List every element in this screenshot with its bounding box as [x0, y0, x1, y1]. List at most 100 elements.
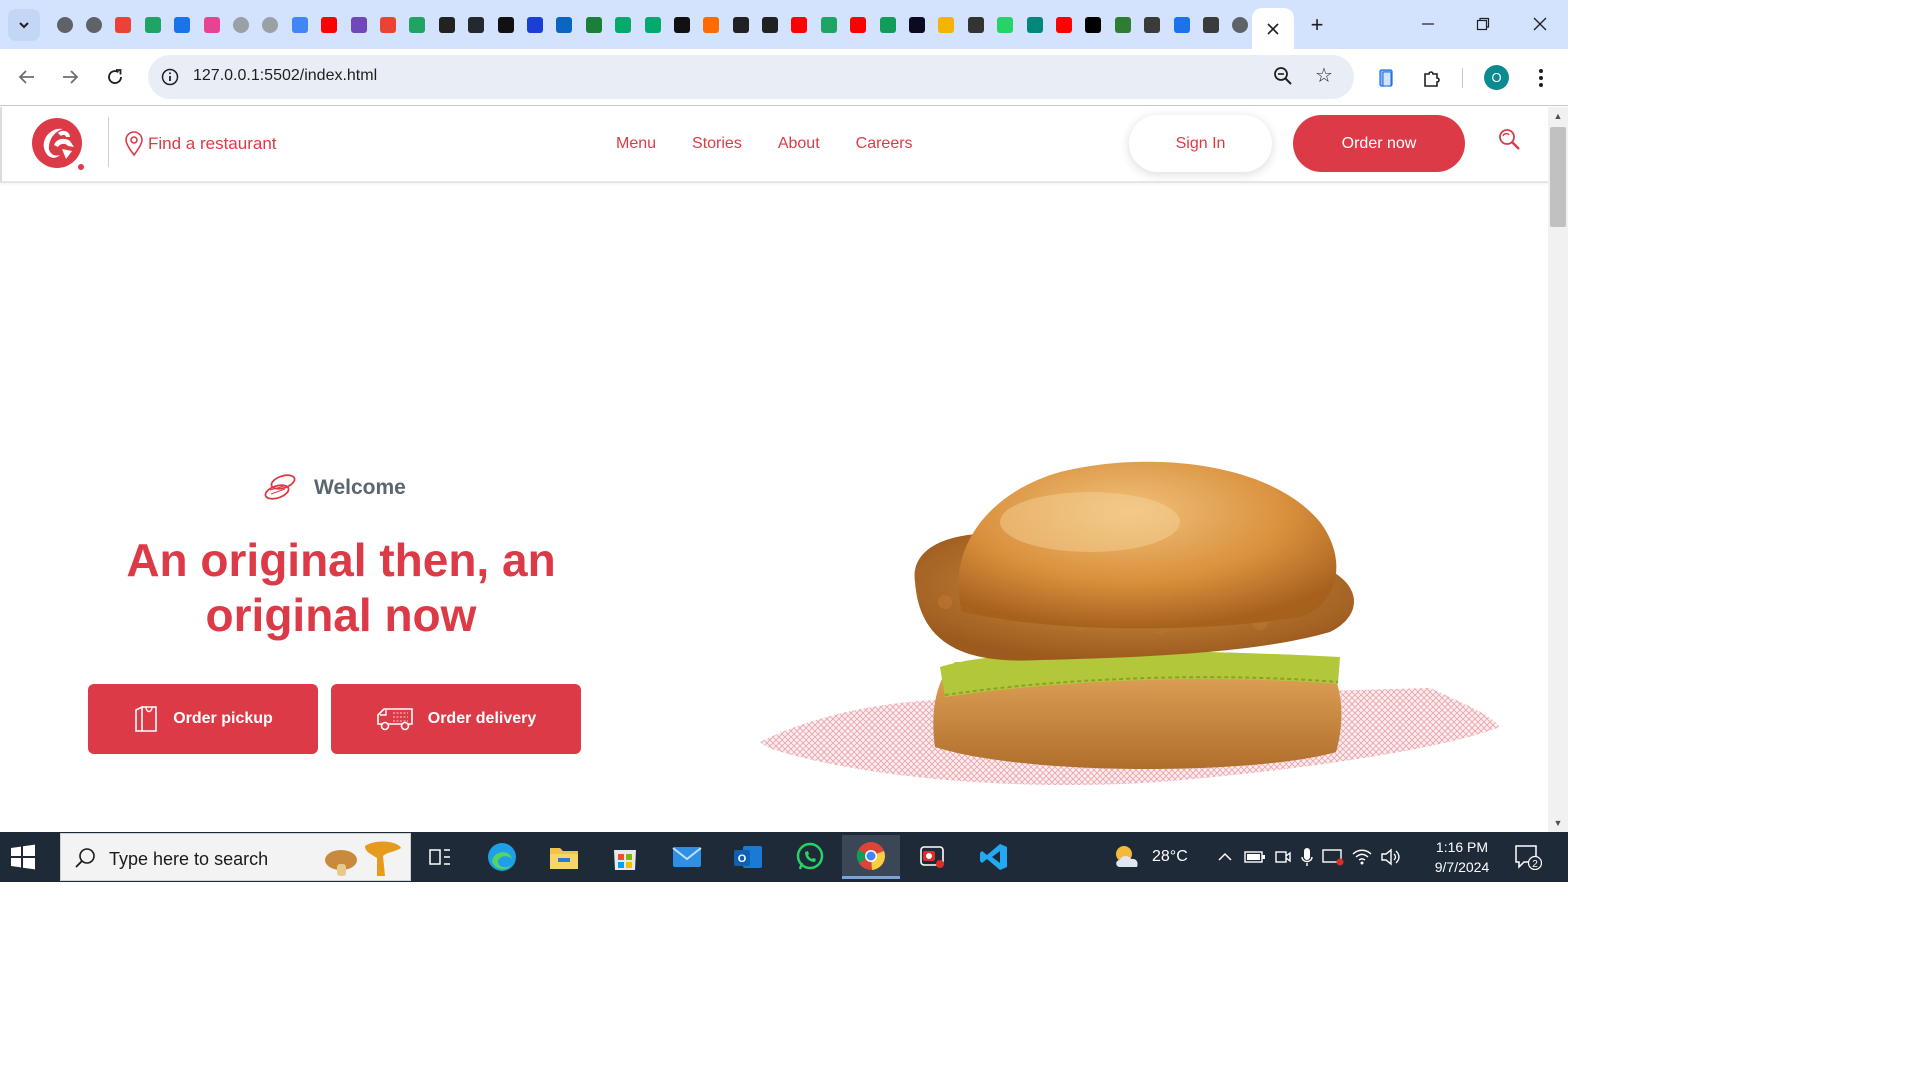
tab-favicon-plus-icon[interactable]: [873, 13, 902, 37]
restore-button[interactable]: [1468, 10, 1498, 38]
tab-favicon-w3-icon[interactable]: [638, 13, 667, 37]
tab-favicon-codepen-icon[interactable]: [667, 13, 696, 37]
tab-favicon-fcc-icon[interactable]: [902, 13, 931, 37]
active-tab[interactable]: [1252, 8, 1294, 49]
mail-icon[interactable]: [658, 835, 716, 879]
tab-favicon-gmail-icon[interactable]: [373, 13, 402, 37]
tab-favicon-puzzle-icon[interactable]: [697, 13, 726, 37]
tab-favicon-globe-icon[interactable]: [50, 13, 79, 37]
tab-favicon-w3-icon[interactable]: [608, 13, 637, 37]
tab-favicon-forms-icon[interactable]: [344, 13, 373, 37]
forward-button[interactable]: [55, 62, 85, 92]
weather-widget[interactable]: 28°C: [1112, 832, 1188, 882]
tab-favicon-flag-icon[interactable]: [168, 13, 197, 37]
address-bar[interactable]: 127.0.0.1:5502/index.html ☆: [148, 55, 1354, 99]
more-menu-icon[interactable]: [1527, 64, 1555, 92]
profile-avatar[interactable]: O: [1484, 65, 1509, 90]
tab-favicon-cube-icon[interactable]: [197, 13, 226, 37]
find-restaurant-label: Find a restaurant: [148, 134, 277, 153]
close-tab-icon[interactable]: [1267, 22, 1279, 35]
tab-favicon-code-icon[interactable]: [256, 13, 285, 37]
tab-favicon-hat-icon[interactable]: [932, 13, 961, 37]
scrollbar-thumb[interactable]: [1550, 127, 1566, 227]
back-button[interactable]: [12, 62, 42, 92]
order-pickup-button[interactable]: Order pickup: [88, 684, 318, 754]
search-icon[interactable]: [1496, 127, 1522, 153]
microsoft-store-icon[interactable]: [596, 835, 654, 879]
tab-favicon-chatgpt-icon[interactable]: [755, 13, 784, 37]
tab-favicon-whatsapp-icon[interactable]: [991, 13, 1020, 37]
tab-favicon-atom-icon[interactable]: [1108, 13, 1137, 37]
tab-favicon-linkedin-icon[interactable]: [550, 13, 579, 37]
site-info-icon[interactable]: [158, 65, 182, 89]
tab-favicon-meet-icon[interactable]: [1020, 13, 1049, 37]
file-explorer-icon[interactable]: [535, 835, 593, 879]
tab-favicon-youtube-icon[interactable]: [315, 13, 344, 37]
nav-menu[interactable]: Menu: [616, 135, 656, 153]
tab-favicon-ww-icon[interactable]: [1137, 13, 1166, 37]
tab-favicon-F-icon[interactable]: [1167, 13, 1196, 37]
close-window-button[interactable]: [1525, 10, 1555, 38]
nav-careers[interactable]: Careers: [856, 135, 913, 153]
tab-search-button[interactable]: [8, 9, 40, 41]
tab-favicon-globe-icon[interactable]: [1226, 13, 1255, 37]
tab-favicon-drive-icon[interactable]: [138, 13, 167, 37]
tab-favicon-dot-icon[interactable]: [520, 13, 549, 37]
order-delivery-button[interactable]: Order delivery: [331, 684, 581, 754]
tab-favicon-ww-icon[interactable]: [1196, 13, 1225, 37]
tab-favicon-youtube-icon[interactable]: [1049, 13, 1078, 37]
vscode-icon[interactable]: [965, 835, 1023, 879]
new-tab-button[interactable]: +: [1304, 12, 1330, 38]
tab-favicon-code-icon[interactable]: [226, 13, 255, 37]
windows-start-icon[interactable]: [10, 844, 36, 870]
notification-center-icon[interactable]: 2: [1514, 844, 1542, 870]
nav-stories[interactable]: Stories: [692, 135, 742, 153]
tab-favicon-drive-icon[interactable]: [403, 13, 432, 37]
tab-favicon-youtube-icon[interactable]: [785, 13, 814, 37]
microphone-icon[interactable]: [1300, 847, 1314, 867]
taskbar-clock[interactable]: 1:16 PM 9/7/2024: [1420, 837, 1504, 877]
code-icon: [262, 17, 279, 33]
tab-favicon-A-icon[interactable]: [491, 13, 520, 37]
minimize-button[interactable]: [1413, 10, 1443, 38]
chrome-icon[interactable]: [842, 835, 900, 879]
order-now-button[interactable]: Order now: [1293, 115, 1465, 172]
scroll-up-arrow[interactable]: ▲: [1552, 110, 1564, 122]
tab-favicon-drive-icon[interactable]: [814, 13, 843, 37]
battery-icon[interactable]: [1244, 850, 1266, 864]
tab-favicon-docs-icon[interactable]: [285, 13, 314, 37]
wifi-icon[interactable]: [1352, 849, 1372, 865]
flag-icon: [174, 17, 191, 33]
screen-share-icon[interactable]: [1322, 848, 1344, 866]
outlook-icon[interactable]: O: [719, 835, 777, 879]
reload-button[interactable]: [100, 62, 130, 92]
find-restaurant-link[interactable]: Find a restaurant: [124, 131, 277, 157]
tab-favicon-youtube-icon[interactable]: [844, 13, 873, 37]
youtube-icon: [791, 17, 808, 33]
taskbar-search-box[interactable]: Type here to search: [60, 833, 411, 881]
sign-in-button[interactable]: Sign In: [1129, 115, 1272, 172]
tab-favicon-gmail-icon[interactable]: [109, 13, 138, 37]
volume-icon[interactable]: [1380, 848, 1400, 866]
zoom-icon[interactable]: [1272, 65, 1296, 89]
tab-favicon-B-icon[interactable]: [432, 13, 461, 37]
tab-favicon-ninja-icon[interactable]: [961, 13, 990, 37]
meet-now-icon[interactable]: [1274, 848, 1292, 866]
tab-favicon-sheets-icon[interactable]: [579, 13, 608, 37]
reading-list-icon[interactable]: [1373, 64, 1401, 92]
extensions-puzzle-icon[interactable]: [1418, 64, 1446, 92]
screen-recorder-icon[interactable]: [904, 835, 962, 879]
tab-favicon-x-icon[interactable]: [1079, 13, 1108, 37]
tab-favicon-globe-icon[interactable]: [79, 13, 108, 37]
whatsapp-icon[interactable]: [781, 835, 839, 879]
tab-favicon-github-icon[interactable]: [461, 13, 490, 37]
bookmark-star-icon[interactable]: ☆: [1312, 64, 1336, 88]
chevron-up-icon[interactable]: [1216, 850, 1234, 864]
url-text[interactable]: 127.0.0.1:5502/index.html: [193, 67, 377, 85]
nav-about[interactable]: About: [778, 135, 820, 153]
edge-icon[interactable]: [473, 835, 531, 879]
chickfila-logo[interactable]: [30, 115, 86, 171]
scroll-down-arrow[interactable]: ▼: [1552, 817, 1564, 829]
tab-favicon-chatgpt-icon[interactable]: [726, 13, 755, 37]
task-view-icon[interactable]: [411, 835, 469, 879]
